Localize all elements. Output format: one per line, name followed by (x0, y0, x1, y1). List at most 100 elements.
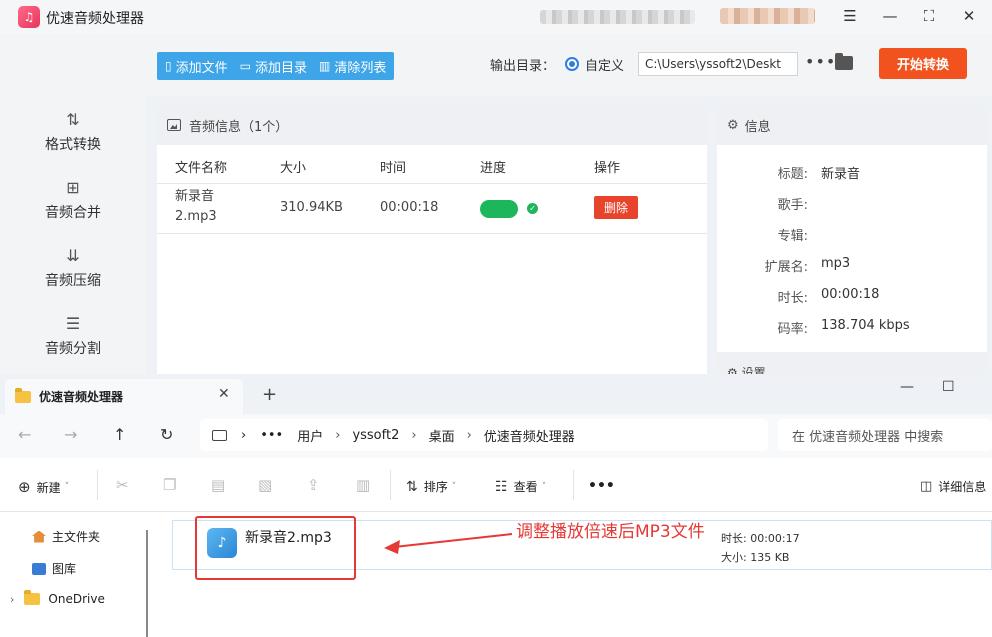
info-key-bitrate: 码率: (777, 322, 808, 337)
row-file-time: 00:00:18 (380, 200, 439, 215)
sidebar-item-label: 音频合并 (45, 205, 101, 221)
blurred-avatar (720, 8, 815, 24)
app-title: 优速音频处理器 (46, 11, 144, 27)
info-key-ext: 扩展名: (764, 260, 808, 275)
info-panel-title: 信息 (744, 119, 771, 135)
folder-icon (24, 590, 41, 605)
copy-icon[interactable]: ❐ (163, 476, 176, 494)
sidebar-item-label: 音频压缩 (45, 273, 101, 289)
crumb-separator: › (411, 427, 417, 443)
close-icon[interactable]: ✕ (956, 5, 982, 27)
crumb-desktop[interactable]: 桌面 (429, 426, 455, 445)
new-button[interactable]: ⊕ 新建 ˅ (18, 478, 69, 496)
crumb-users[interactable]: 用户 (297, 426, 323, 445)
plus-circle-icon: ⊕ (18, 478, 31, 496)
maximize-icon[interactable]: ⛶ (916, 5, 942, 27)
scrollbar[interactable] (146, 530, 148, 637)
sidebar-item-audio-split[interactable]: ☰ 音频分割 (0, 314, 146, 358)
share-icon[interactable]: ⇪ (307, 476, 320, 494)
view-button[interactable]: ☷ 查看 ˅ (495, 478, 546, 495)
image-icon (167, 119, 181, 131)
info-value-bitrate: 138.704 kbps (821, 318, 910, 333)
tab-close-icon[interactable]: ✕ (218, 386, 230, 402)
refresh-icon[interactable]: ↻ (160, 425, 173, 444)
menu-icon[interactable]: ☰ (837, 5, 863, 27)
details-button[interactable]: ◫ 详细信息 (920, 478, 986, 495)
address-bar[interactable]: › ••• 用户 › yssoft2 › 桌面 › 优速音频处理器 (200, 419, 768, 451)
blurred-region (540, 10, 695, 24)
browse-more-icon[interactable]: ••• (805, 52, 836, 71)
annotation-arrow (384, 533, 513, 554)
rename-icon[interactable]: ▧ (258, 476, 272, 494)
info-key-title: 标题: (777, 167, 808, 182)
chevron-down-icon: ˅ (541, 481, 547, 492)
col-progress: 进度 (480, 161, 507, 176)
add-dir-button[interactable]: ▭ 添加目录 (240, 57, 307, 76)
open-folder-icon[interactable] (835, 53, 853, 70)
delete-icon[interactable]: ▥ (356, 476, 370, 494)
file-size: 大小: 135 KB (721, 551, 790, 564)
clear-list-button[interactable]: ▥ 清除列表 (319, 57, 386, 76)
chevron-down-icon: ˅ (64, 482, 70, 492)
custom-radio-label[interactable]: 自定义 (585, 55, 624, 74)
divider (157, 183, 707, 184)
nav-item-onedrive[interactable]: › OneDrive (10, 590, 105, 606)
explorer-minimize-icon[interactable]: — (900, 379, 914, 395)
headphones-glyph: ♫ (23, 10, 35, 24)
audio-list-panel (157, 105, 707, 375)
sort-button[interactable]: ⇅ 排序 ˅ (406, 478, 456, 495)
explorer-tab[interactable]: 优速音频处理器 (5, 379, 243, 414)
trash-icon: ▥ (318, 59, 331, 73)
settings-header: ⚙ 设置 (717, 352, 987, 380)
more-options-icon[interactable]: ••• (588, 478, 615, 494)
back-icon[interactable]: ← (18, 425, 31, 444)
info-key-artist: 歌手: (777, 198, 808, 213)
merge-icon: ⊞ (66, 178, 80, 197)
gear-icon: ⚙ (727, 117, 739, 133)
highlight-box (195, 516, 356, 580)
explorer-maximize-icon[interactable]: ☐ (942, 379, 955, 395)
paste-icon[interactable]: ▤ (211, 476, 225, 494)
new-tab-icon[interactable]: + (262, 384, 277, 405)
start-convert-button[interactable]: 开始转换 (879, 48, 967, 79)
crumb-yssoft2[interactable]: yssoft2 (352, 428, 399, 443)
annotation-text: 调整播放倍速后MP3文件 (516, 522, 705, 542)
nav-item-gallery[interactable]: 图库 (32, 560, 76, 577)
new-label: 新建 (36, 480, 61, 495)
crumb-more-icon[interactable]: ••• (260, 428, 283, 443)
compress-icon: ⇊ (66, 246, 80, 265)
forward-icon[interactable]: → (64, 425, 77, 444)
progress-bar (480, 200, 518, 218)
col-name: 文件名称 (175, 161, 228, 176)
nav-item-home[interactable]: 主文件夹 (32, 528, 100, 545)
info-value-title: 新录音 (821, 167, 861, 182)
audio-panel-header: 音频信息（1个） (157, 105, 707, 145)
gallery-icon (32, 562, 46, 575)
audio-panel-title: 音频信息（1个） (189, 119, 289, 135)
chevron-right-icon[interactable]: › (10, 593, 14, 606)
view-label: 查看 (513, 480, 538, 494)
divider (157, 233, 707, 234)
info-panel-header: ⚙ 信息 (717, 105, 987, 145)
delete-button[interactable]: 删除 (594, 196, 638, 219)
minimize-icon[interactable]: — (877, 5, 903, 27)
sidebar-item-label: 格式转换 (45, 137, 101, 153)
info-key-duration: 时长: (777, 291, 808, 306)
up-icon[interactable]: ↑ (113, 425, 126, 444)
custom-radio[interactable] (565, 57, 579, 71)
convert-icon: ⇅ (66, 110, 80, 129)
nav-home-label: 主文件夹 (52, 530, 101, 544)
add-file-button[interactable]: ▯ 添加文件 (165, 57, 228, 76)
home-icon (32, 530, 46, 543)
monitor-icon (212, 429, 227, 441)
search-input[interactable]: 在 优速音频处理器 中搜索 (778, 419, 992, 451)
sidebar-item-format-convert[interactable]: ⇅ 格式转换 (0, 110, 146, 154)
sidebar-item-audio-compress[interactable]: ⇊ 音频压缩 (0, 246, 146, 290)
sort-icon: ⇅ (406, 478, 418, 495)
sidebar-item-audio-merge[interactable]: ⊞ 音频合并 (0, 178, 146, 222)
cut-icon[interactable]: ✂ (116, 476, 129, 494)
crumb-app-folder[interactable]: 优速音频处理器 (484, 426, 575, 445)
output-path-input[interactable] (638, 52, 798, 76)
divider (573, 470, 574, 500)
crumb-separator: › (241, 427, 247, 443)
